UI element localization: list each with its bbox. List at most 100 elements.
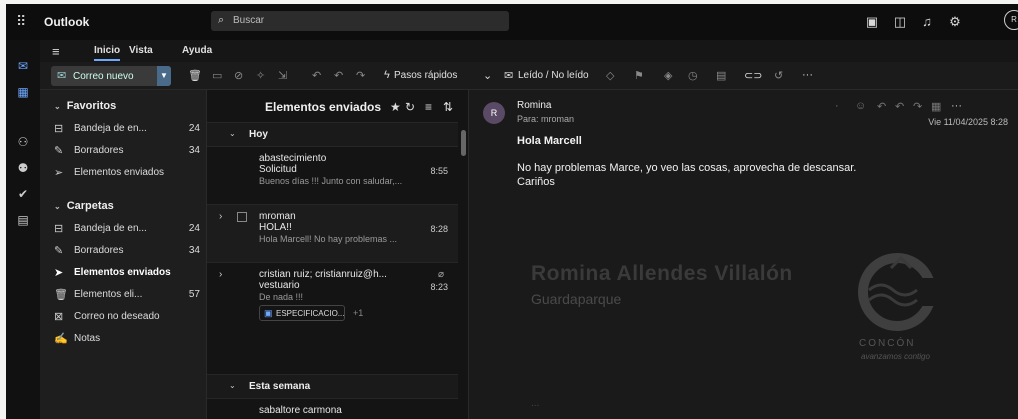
apps-icon[interactable]: ▤ — [15, 212, 31, 228]
send-icon: ➤ — [54, 267, 64, 279]
hamburger-icon[interactable]: ≡ — [52, 44, 60, 59]
sync-icon[interactable]: ↻ — [405, 100, 415, 114]
folder-count: 57 — [188, 289, 200, 300]
todo-icon[interactable]: ✔ — [15, 186, 31, 202]
reply-icon[interactable]: ↶ — [877, 100, 886, 113]
reply-all-icon[interactable]: ↶ — [334, 69, 343, 82]
chevron-right-icon[interactable]: › — [219, 269, 222, 280]
chevron-down-icon: ⌄ — [54, 102, 61, 111]
clock-icon[interactable]: ◷ — [688, 69, 698, 82]
attachment-more[interactable]: +1 — [353, 308, 363, 318]
feedback-icon[interactable]: ◫ — [892, 14, 908, 30]
calendar-icon[interactable]: ▦ — [15, 84, 31, 100]
favorites-label: Favoritos — [66, 100, 117, 112]
show-more-dots[interactable]: ... — [531, 398, 539, 409]
select-checkbox[interactable] — [237, 212, 247, 222]
folder-deleted[interactable]: 🗑 Elementos eli... 57 — [54, 286, 200, 304]
attachment-chip[interactable]: ▣ ESPECIFICACIO... — [259, 305, 345, 321]
favorite-inbox[interactable]: ⊟ Bandeja de en... 24 — [54, 120, 200, 138]
document-icon: ▣ — [264, 308, 273, 318]
reply-icon[interactable]: ↶ — [312, 69, 321, 82]
folder-label: Correo no deseado — [74, 311, 160, 322]
message-body-line: Cariños — [517, 176, 555, 188]
meeting-icon[interactable]: ▣ — [864, 14, 880, 30]
grid-icon[interactable]: ▦ — [931, 100, 941, 113]
tab-inicio[interactable]: Inicio — [94, 45, 121, 61]
chevron-down-icon[interactable]: ▼ — [157, 66, 171, 86]
group-this-week[interactable]: ⌄ Esta semana — [207, 374, 458, 398]
list-item[interactable]: sabaltore carmona — [207, 398, 458, 419]
list-item[interactable]: › mroman HOLA!! 8:28 Hola Marcell! No ha… — [207, 204, 458, 262]
bell-icon[interactable]: ♫ — [919, 14, 935, 30]
move-icon[interactable]: ⇲ — [278, 69, 287, 82]
search-box[interactable]: ⌕ Buscar — [211, 11, 509, 31]
user-avatar[interactable]: R — [1004, 10, 1018, 30]
message-time: 8:23 — [430, 282, 448, 292]
gear-icon[interactable]: ⚙ — [947, 14, 963, 30]
folder-inbox[interactable]: ⊟ Bandeja de en... 24 — [54, 220, 200, 238]
favorites-header[interactable]: ⌄ Favoritos — [54, 100, 116, 112]
mail-icon[interactable]: ✉ — [15, 58, 31, 74]
tag-icon[interactable]: ◇ — [606, 69, 614, 82]
filter-icon[interactable]: ≡ — [425, 100, 432, 114]
sender-avatar[interactable]: R — [483, 102, 505, 124]
star-icon[interactable]: ★ — [390, 100, 401, 114]
favorite-drafts[interactable]: ✎ Borradores 34 — [54, 142, 200, 160]
emoji-icon[interactable]: ☺ — [855, 100, 866, 112]
message-date: Vie 11/04/2025 8:28 — [928, 117, 1008, 127]
new-mail-button[interactable]: ✉ Correo nuevo ▼ — [51, 66, 171, 86]
undo-icon[interactable]: ↺ — [774, 69, 783, 82]
tab-ayuda[interactable]: Ayuda — [182, 45, 212, 56]
app-launcher-icon[interactable]: ⠿ — [16, 14, 30, 28]
message-subject: HOLA!! — [259, 222, 292, 233]
lightning-icon: ϟ — [384, 69, 390, 81]
chevron-right-icon[interactable]: › — [219, 211, 222, 222]
people-icon[interactable]: ⚇ — [15, 134, 31, 150]
chevron-down-icon: ⌄ — [229, 129, 236, 138]
group-label: Esta semana — [249, 381, 311, 392]
list-item[interactable]: abastecimiento Solicitud 8:55 Buenos día… — [207, 146, 458, 204]
groups-icon[interactable]: ⚉ — [15, 160, 31, 176]
quick-steps-button[interactable]: Pasos rápidos — [394, 70, 457, 81]
report-icon[interactable]: ⊘ — [234, 69, 243, 82]
rules-icon[interactable]: ▤ — [716, 69, 726, 82]
delete-icon[interactable]: 🗑 — [188, 69, 202, 82]
forward-icon[interactable]: ↷ — [356, 69, 365, 82]
message-subject: Solicitud — [259, 164, 297, 175]
folder-junk[interactable]: ⊠ Correo no deseado — [54, 308, 200, 326]
forward-icon[interactable]: ↷ — [913, 100, 922, 113]
sender-name[interactable]: Romina — [517, 100, 551, 111]
list-item[interactable]: › cristian ruiz; cristianruiz@h... ⌀ ves… — [207, 262, 458, 336]
message-from: cristian ruiz; cristianruiz@h... — [259, 269, 387, 280]
immersive-icon[interactable]: ⊂⊃ — [744, 69, 762, 82]
folder-sent[interactable]: ➤ Elementos enviados — [54, 264, 200, 282]
more-icon[interactable]: · — [835, 100, 839, 112]
pin-icon[interactable]: ◈ — [664, 69, 672, 82]
message-time: 8:55 — [430, 166, 448, 176]
reply-all-icon[interactable]: ↶ — [895, 100, 904, 113]
favorite-sent[interactable]: ➢ Elementos enviados — [54, 164, 200, 182]
folder-notes[interactable]: ✍ Notas — [54, 330, 200, 348]
logo-wordmark: CONCÓN — [859, 338, 916, 349]
trash-icon: 🗑 — [54, 289, 68, 301]
flag-icon[interactable]: ⚑ — [634, 69, 644, 82]
envelope-icon: ✉ — [57, 70, 67, 82]
search-input[interactable]: Buscar — [233, 15, 264, 26]
scrollbar[interactable] — [461, 130, 466, 156]
folder-label: Borradores — [74, 145, 124, 156]
chevron-down-icon[interactable]: ⌄ — [483, 69, 492, 82]
more-options-icon[interactable]: ··· — [951, 100, 962, 112]
sweep-icon[interactable]: ✧ — [256, 69, 265, 82]
folder-label: Borradores — [74, 245, 124, 256]
note-icon: ✍ — [54, 333, 68, 345]
read-unread-button[interactable]: Leído / No leído — [518, 70, 589, 81]
folders-header[interactable]: ⌄ Carpetas — [54, 200, 114, 212]
more-icon[interactable]: ··· — [802, 69, 813, 81]
archive-icon[interactable]: ▭ — [212, 69, 222, 82]
sort-icon[interactable]: ⇅ — [443, 100, 453, 114]
group-today[interactable]: ⌄ Hoy — [207, 122, 458, 146]
outlook-window: ⠿ Outlook ⌕ Buscar ▣ ◫ ♫ ⚙ R ✉ ▦ ⚇ ⚉ ✔ ▤… — [6, 4, 1018, 419]
folder-drafts[interactable]: ✎ Borradores 34 — [54, 242, 200, 260]
tab-vista[interactable]: Vista — [129, 45, 153, 56]
municipal-logo — [858, 253, 937, 331]
